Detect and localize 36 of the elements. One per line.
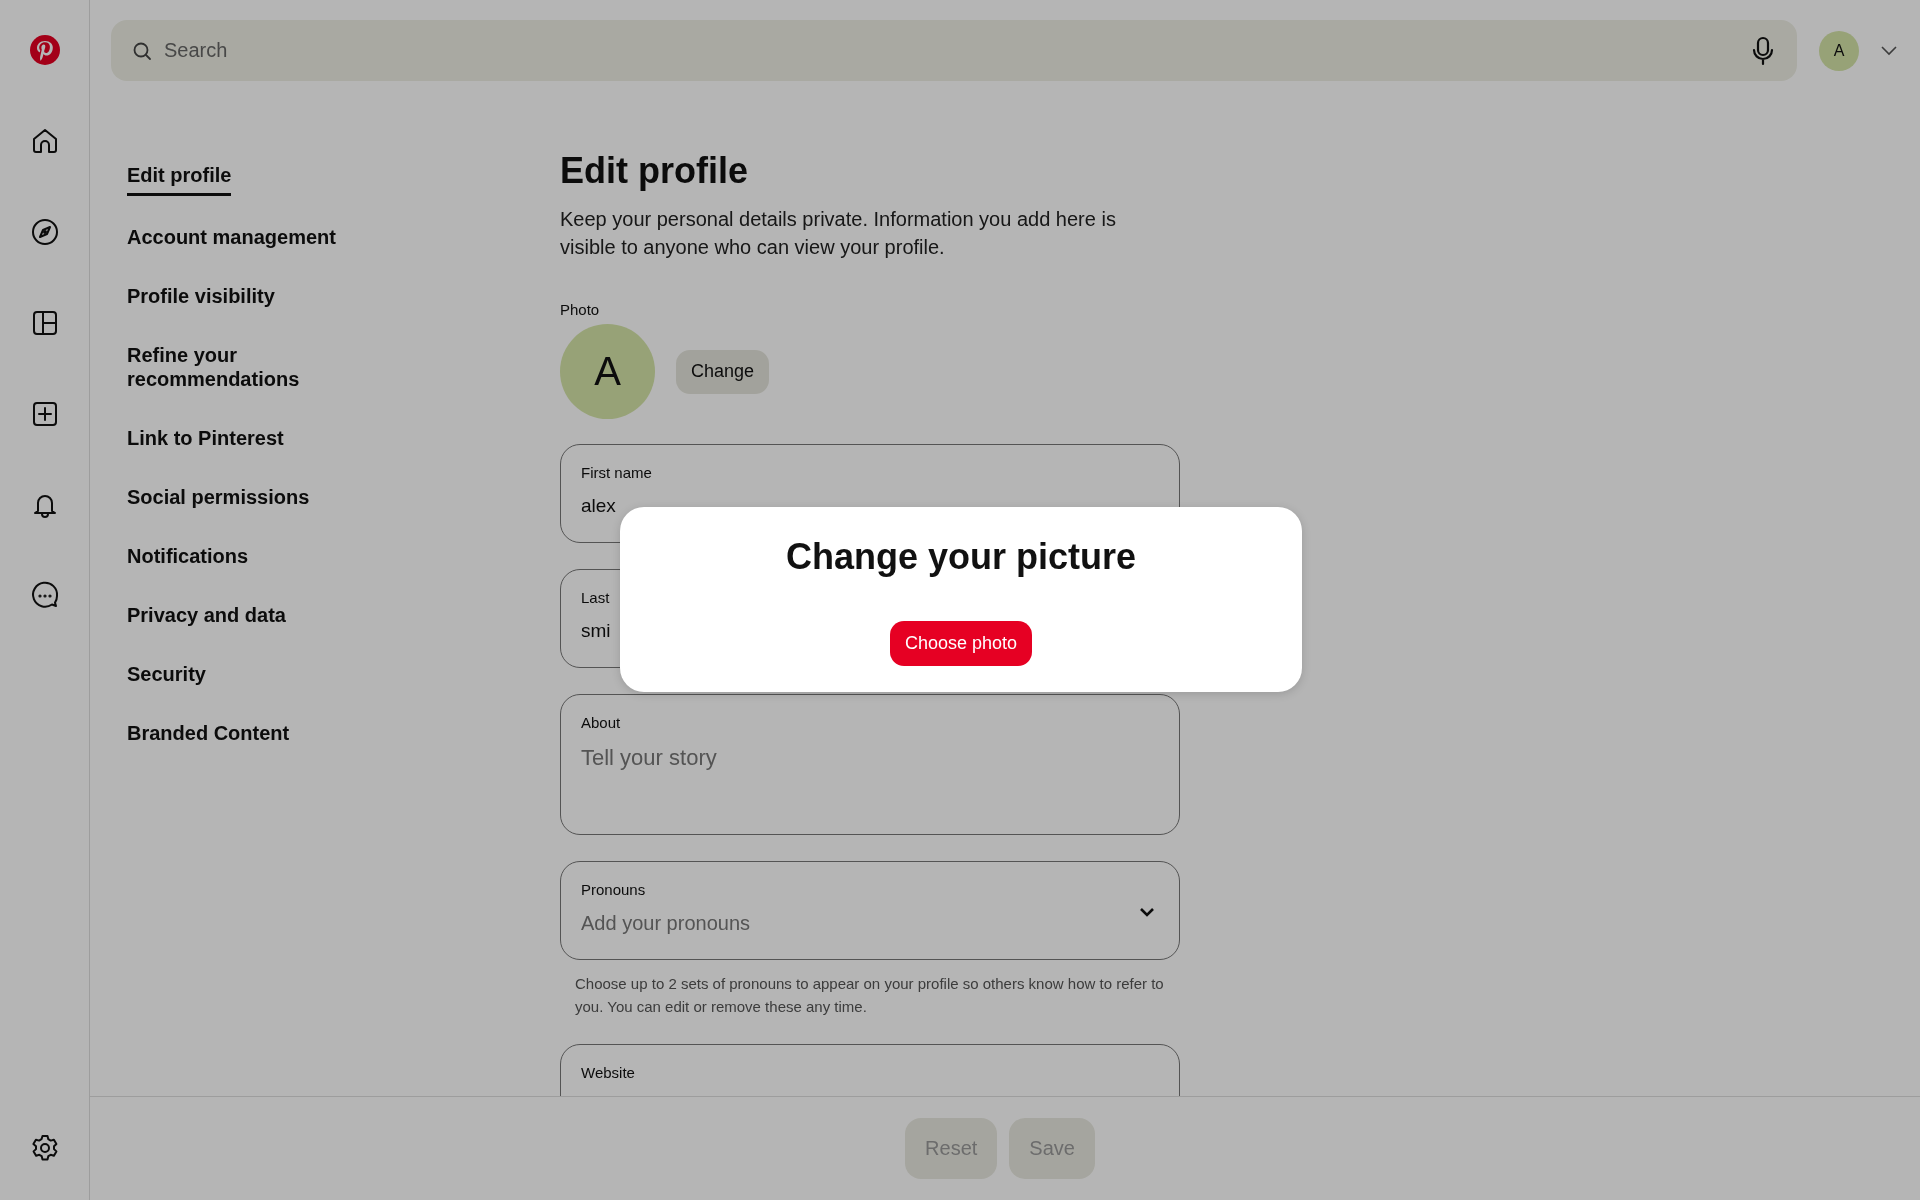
profile-avatar: A xyxy=(560,324,655,419)
field-value: alex xyxy=(581,495,617,517)
photo-label: Photo xyxy=(560,301,601,318)
field-value: smi xyxy=(581,620,612,642)
page-title: Edit profile xyxy=(560,149,749,193)
pronouns-dropdown[interactable]: Pronouns Add your pronouns xyxy=(560,861,1180,960)
logo-icon[interactable] xyxy=(28,34,61,66)
field-label: About xyxy=(581,714,622,731)
settings-nav-item[interactable]: Branded Content xyxy=(127,721,357,745)
field-placeholder: Add your pronouns xyxy=(581,912,751,935)
settings-nav-item[interactable]: Link to Pinterest xyxy=(127,426,357,450)
field-placeholder: Tell your story xyxy=(581,745,718,771)
settings-nav-item[interactable]: Account management xyxy=(127,225,357,249)
avatar[interactable]: A xyxy=(1819,30,1859,71)
search-field[interactable]: Search xyxy=(111,20,1797,81)
field-label: Website xyxy=(581,1064,636,1081)
settings-nav-item[interactable]: Notifications xyxy=(127,544,357,568)
settings-nav-item[interactable]: Security xyxy=(127,662,357,686)
field-label: Pronouns xyxy=(581,881,647,898)
about-field[interactable]: About Tell your story xyxy=(560,694,1180,835)
settings-nav-item[interactable]: Privacy and data xyxy=(127,603,357,627)
microphone-icon[interactable] xyxy=(1751,35,1775,66)
search-input[interactable]: Search xyxy=(162,38,1741,63)
page-description: Keep your personal details private. Information you add here is visible to anyone who can view your profile. xyxy=(560,207,1117,260)
field-label: First name xyxy=(581,464,653,481)
settings-nav-item[interactable]: Edit profile xyxy=(127,163,232,196)
choose-photo-button[interactable]: Choose photo xyxy=(889,621,1033,666)
helper-text: Choose up to 2 sets of pronouns to appear on your profile so others know how to refer to you. You can edit or remove these any time. xyxy=(575,974,1165,1017)
settings-nav-item[interactable]: Social permissions xyxy=(127,485,357,509)
settings-nav-item[interactable]: Refine your recommendations xyxy=(127,343,357,391)
change-button[interactable]: Change xyxy=(676,349,770,394)
chevron-down-icon[interactable] xyxy=(1881,45,1897,56)
search-icon xyxy=(132,40,152,61)
chevron-down-icon xyxy=(1139,907,1155,917)
field-label: Last xyxy=(581,589,611,606)
settings-nav-item[interactable]: Profile visibility xyxy=(127,284,357,308)
